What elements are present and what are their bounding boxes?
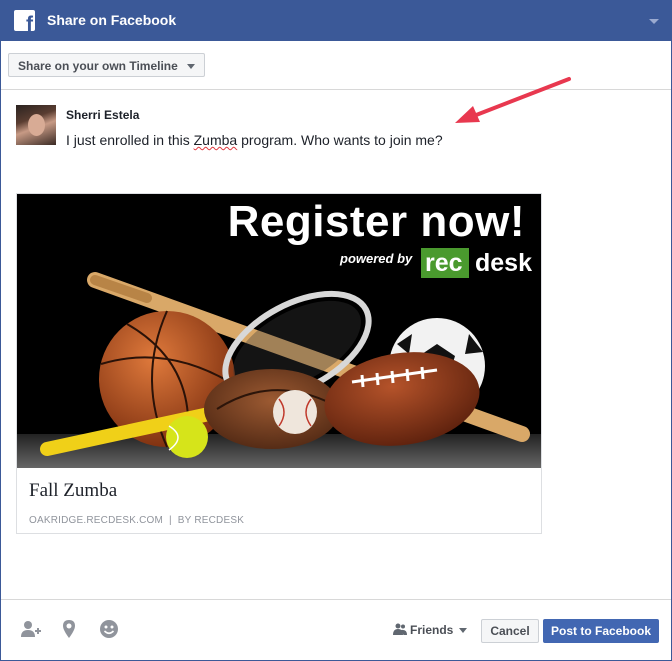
- location-icon[interactable]: [61, 619, 77, 639]
- promo-headline: Register now!: [227, 197, 525, 246]
- status-text-part: program. Who wants to join me?: [237, 132, 443, 148]
- link-preview-card[interactable]: Register now! powered by rec desk Fall Z…: [16, 193, 542, 534]
- status-text-part: I just enrolled in this: [66, 132, 194, 148]
- misspelled-word: Zumba: [193, 132, 238, 148]
- share-dialog: f Share on Facebook Share on your own Ti…: [0, 0, 672, 661]
- share-target-label: Share on your own Timeline: [18, 59, 178, 73]
- recdesk-logo-desk: desk: [475, 249, 532, 277]
- avatar: [16, 105, 56, 145]
- friends-icon: [393, 623, 407, 635]
- caret-down-icon: [186, 64, 195, 69]
- caret-down-icon: [459, 628, 467, 633]
- share-target-dropdown[interactable]: Share on your own Timeline: [8, 53, 205, 77]
- post-to-facebook-button[interactable]: Post to Facebook: [543, 619, 659, 643]
- audience-label: Friends: [410, 623, 454, 637]
- powered-by-label: powered by: [340, 251, 413, 266]
- title-bar: f Share on Facebook: [1, 1, 671, 41]
- link-separator: |: [169, 515, 172, 526]
- status-input[interactable]: I just enrolled in this Zumba program. W…: [66, 132, 443, 148]
- facebook-logo-icon: f: [14, 10, 35, 31]
- cancel-button[interactable]: Cancel: [481, 619, 539, 643]
- composer-footer: Friends Cancel Post to Facebook: [1, 599, 671, 660]
- recdesk-logo-rec: rec: [425, 249, 463, 277]
- author-name: Sherri Estela: [66, 108, 140, 122]
- link-title[interactable]: Fall Zumba: [29, 480, 117, 502]
- annotation-arrow-icon: [455, 77, 571, 123]
- link-domain: OAKRIDGE.RECDESK.COM: [29, 515, 164, 526]
- link-byline: BY RECDESK: [177, 515, 245, 526]
- dialog-title: Share on Facebook: [47, 12, 177, 28]
- chevron-down-icon[interactable]: [649, 19, 659, 24]
- link-source: OAKRIDGE.RECDESK.COM | BY RECDESK: [29, 515, 244, 526]
- tag-friends-icon[interactable]: [20, 619, 42, 639]
- preview-image: Register now! powered by rec desk: [17, 194, 541, 468]
- feeling-icon[interactable]: [99, 619, 119, 639]
